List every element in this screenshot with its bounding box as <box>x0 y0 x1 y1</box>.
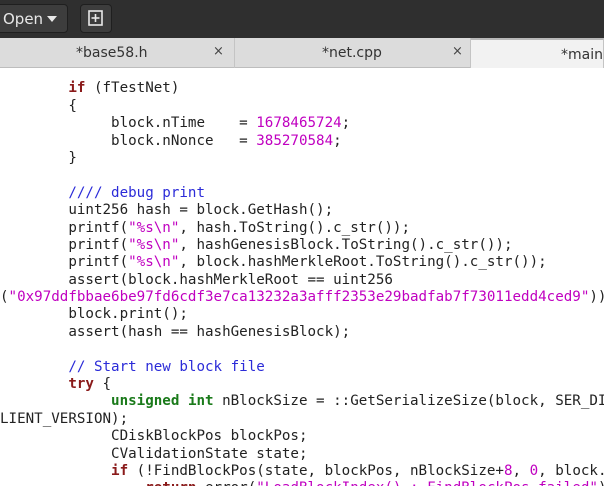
code-line: uint256 hash = block.GetHash(); <box>0 202 334 219</box>
open-button-label: Open <box>3 10 44 28</box>
tab-label: *main. <box>561 47 604 63</box>
chevron-down-icon <box>47 16 57 22</box>
close-icon[interactable]: × <box>213 44 224 59</box>
code-editor[interactable]: ​ if (fTestNet) { block.nTime = 16784657… <box>0 68 604 486</box>
tab-net-cpp[interactable]: *net.cpp × <box>235 38 471 68</box>
code-line: if (fTestNet) <box>68 80 180 97</box>
tab-label: *net.cpp <box>322 45 382 61</box>
new-document-button[interactable] <box>80 4 112 33</box>
code-line: if (!FindBlockPos(state, blockPos, nBloc… <box>111 462 604 479</box>
code-text: ​ if (fTestNet) { block.nTime = 16784657… <box>0 68 604 486</box>
code-line: printf("%s\n", hashGenesisBlock.ToString… <box>0 236 513 253</box>
new-document-icon <box>88 10 103 26</box>
code-line: return error("LoadBlockIndex() : FindBlo… <box>0 480 604 486</box>
code-line: printf("%s\n", block.hashMerkleRoot.ToSt… <box>0 254 547 271</box>
tab-base58-h[interactable]: *base58.h × <box>0 38 235 68</box>
code-line: printf("%s\n", hash.ToString().c_str()); <box>0 219 410 236</box>
code-line: block.nNonce = 385270584; <box>0 132 342 149</box>
code-line: } <box>0 149 77 166</box>
code-line: block.print(); <box>0 306 188 323</box>
tab-main[interactable]: *main. <box>471 38 604 68</box>
code-line: assert(block.hashMerkleRoot == uint256 <box>0 271 393 288</box>
tab-label: *base58.h <box>76 45 148 61</box>
tab-bar: *base58.h × *net.cpp × *main. <box>0 38 604 68</box>
code-line: ​ <box>0 167 604 184</box>
code-line: block.nTime = 1678465724; <box>0 115 351 132</box>
code-line: LIENT_VERSION); <box>0 410 129 427</box>
open-button[interactable]: Open <box>0 4 68 33</box>
code-line: ​ <box>0 341 604 358</box>
code-line: CDiskBlockPos blockPos; <box>0 428 308 445</box>
code-line: ("0x97ddfbbae6be97fd6cdf3e7ca13232a3afff… <box>0 289 604 306</box>
code-line: ​ <box>0 68 604 80</box>
code-line: // Start new block file <box>68 358 265 375</box>
code-line: unsigned int nBlockSize = ::GetSerialize… <box>111 393 604 410</box>
code-line: CValidationState state; <box>0 445 308 462</box>
code-line: { <box>0 97 77 114</box>
close-icon[interactable]: × <box>452 44 463 59</box>
code-line: //// debug print <box>68 184 206 201</box>
header-bar: Open <box>0 0 604 38</box>
code-line: try { <box>68 376 112 393</box>
code-line: assert(hash == hashGenesisBlock); <box>0 323 351 340</box>
